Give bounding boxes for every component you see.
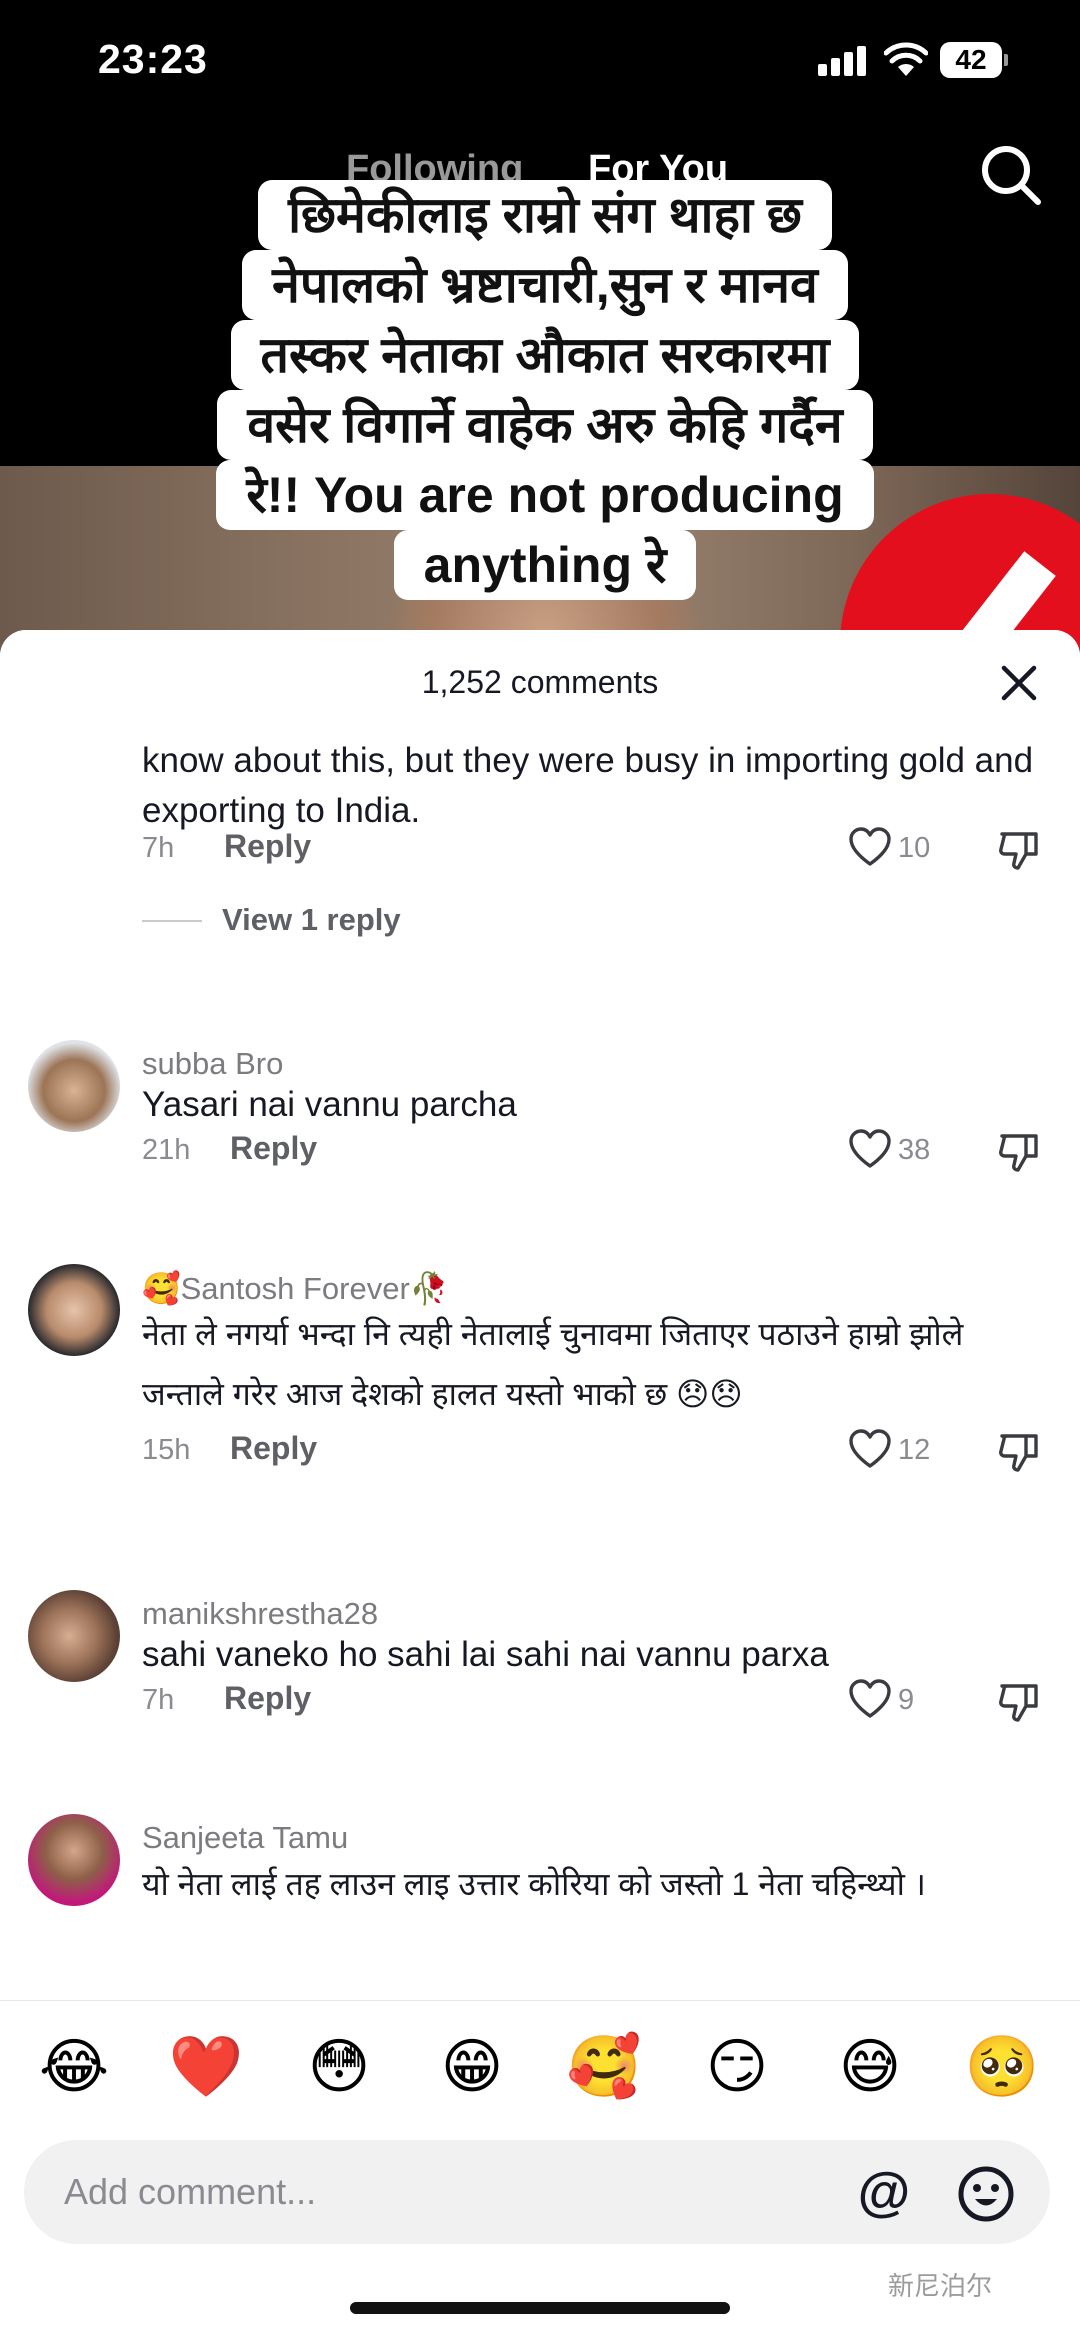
comment-input-bar: @ [24,2140,1050,2244]
like-button[interactable]: 12 [848,1426,988,1474]
mention-button[interactable]: @ [854,2164,914,2224]
comment-username[interactable]: 🥰Santosh Forever🥀 [142,1270,448,1307]
caption-line: रे!! You are not producing [216,460,874,530]
view-replies-label: View 1 reply [222,902,401,937]
emoji-smirk-icon[interactable]: 😏 [699,2029,775,2105]
comments-header: 1,252 comments [0,630,1080,730]
heart-outline-icon [849,827,891,866]
comment-actions: 15h Reply 12 [142,1426,1042,1474]
like-button[interactable]: 9 [848,1676,988,1724]
watermark: 新尼泊尔 [888,2271,993,2301]
status-bar: 23:23 42 [0,0,1080,120]
avatar[interactable] [28,1040,120,1132]
comment-actions: 7h Reply 10 [142,824,1042,872]
dislike-icon[interactable] [996,1428,1042,1474]
comment-time: 15h [142,1434,191,1466]
emoji-flushed-icon[interactable]: 😳 [301,2029,377,2105]
emoji-sweat-smile-icon[interactable]: 😅 [832,2029,908,2105]
reply-button[interactable]: Reply [224,828,311,865]
comment-actions: 7h Reply 9 [142,1676,1042,1724]
like-count: 12 [898,1434,931,1466]
like-count: 10 [898,832,931,864]
caption-line: नेपालको भ्रष्टाचारी,सुन र मानव [242,250,848,320]
emoji-laughing-icon[interactable]: 😂 [36,2029,112,2105]
comment-text: यो नेता लाई तह लाउन लाइ उत्तार कोरिया को… [142,1866,926,1902]
caption-line: anything रे [393,530,697,600]
comment-input[interactable] [64,2140,844,2244]
avatar[interactable] [28,1264,120,1356]
cellular-signal-icon [818,46,868,76]
reply-button[interactable]: Reply [230,1430,317,1467]
like-count: 9 [898,1684,915,1716]
video-caption: छिमेकीलाइ राम्रो संग थाहा छ नेपालको भ्रष… [170,180,920,600]
caption-line: छिमेकीलाइ राम्रो संग थाहा छ [258,180,832,250]
emoji-hearts-face-icon[interactable]: 🥰 [566,2029,642,2105]
close-icon[interactable] [996,660,1042,706]
dislike-icon[interactable] [996,1678,1042,1724]
comments-sheet: 1,252 comments Absolutely true... we, ou… [0,630,1080,2336]
comment-time: 7h [142,1684,175,1716]
comment-text: sahi vaneko ho sahi lai sahi nai vannu p… [142,1635,829,1674]
status-time: 23:23 [98,36,208,82]
like-button[interactable]: 10 [848,824,988,872]
comment-username[interactable]: manikshrestha28 [142,1596,378,1632]
battery-level: 42 [955,44,987,75]
like-count: 38 [898,1134,931,1166]
avatar[interactable] [28,1814,120,1906]
search-icon[interactable] [976,140,1046,210]
like-button[interactable]: 38 [848,1126,988,1174]
home-indicator[interactable] [350,2302,730,2314]
comment-username[interactable]: Sanjeeta Tamu [142,1820,348,1856]
video-player[interactable]: 23:23 42 Following For You छिमेकीलाइ राम… [0,0,1080,680]
wifi-icon [884,42,928,76]
dislike-icon[interactable] [996,1128,1042,1174]
emoji-pleading-icon[interactable]: 🥺 [964,2029,1040,2105]
heart-outline-icon [849,1679,891,1718]
reply-button[interactable]: Reply [224,1680,311,1717]
emoji-heart-icon[interactable]: ❤️ [168,2029,244,2105]
comment-actions: 21h Reply 38 [142,1126,1042,1174]
comment-time: 21h [142,1134,191,1166]
comment-text: Yasari nai vannu parcha [142,1085,517,1124]
emoji-quick-bar: 😂 ❤️ 😳 😁 🥰 😏 😅 🥺 [0,2000,1080,2130]
comment-text: नेता ले नगर्या भन्दा नि त्यही नेतालाई चु… [142,1316,964,1412]
dislike-icon[interactable] [996,826,1042,872]
emoji-picker-icon[interactable] [956,2164,1016,2224]
heart-outline-icon [849,1429,891,1468]
avatar[interactable] [28,1590,120,1682]
caption-line: वसेर विगार्ने वाहेक अरु केहि गर्दैन [217,390,873,460]
reply-button[interactable]: Reply [230,1130,317,1167]
caption-line: तस्कर नेताका औकात सरकारमा [230,320,860,390]
comment-time: 7h [142,832,175,864]
comment-count: 1,252 comments [421,664,659,700]
battery-icon: 42 [940,42,1008,78]
heart-outline-icon [849,1129,891,1168]
comment-username[interactable]: subba Bro [142,1046,283,1082]
emoji-grinning-icon[interactable]: 😁 [434,2029,510,2105]
comments-list[interactable]: Absolutely true... we, our govt and our … [0,700,1080,2010]
